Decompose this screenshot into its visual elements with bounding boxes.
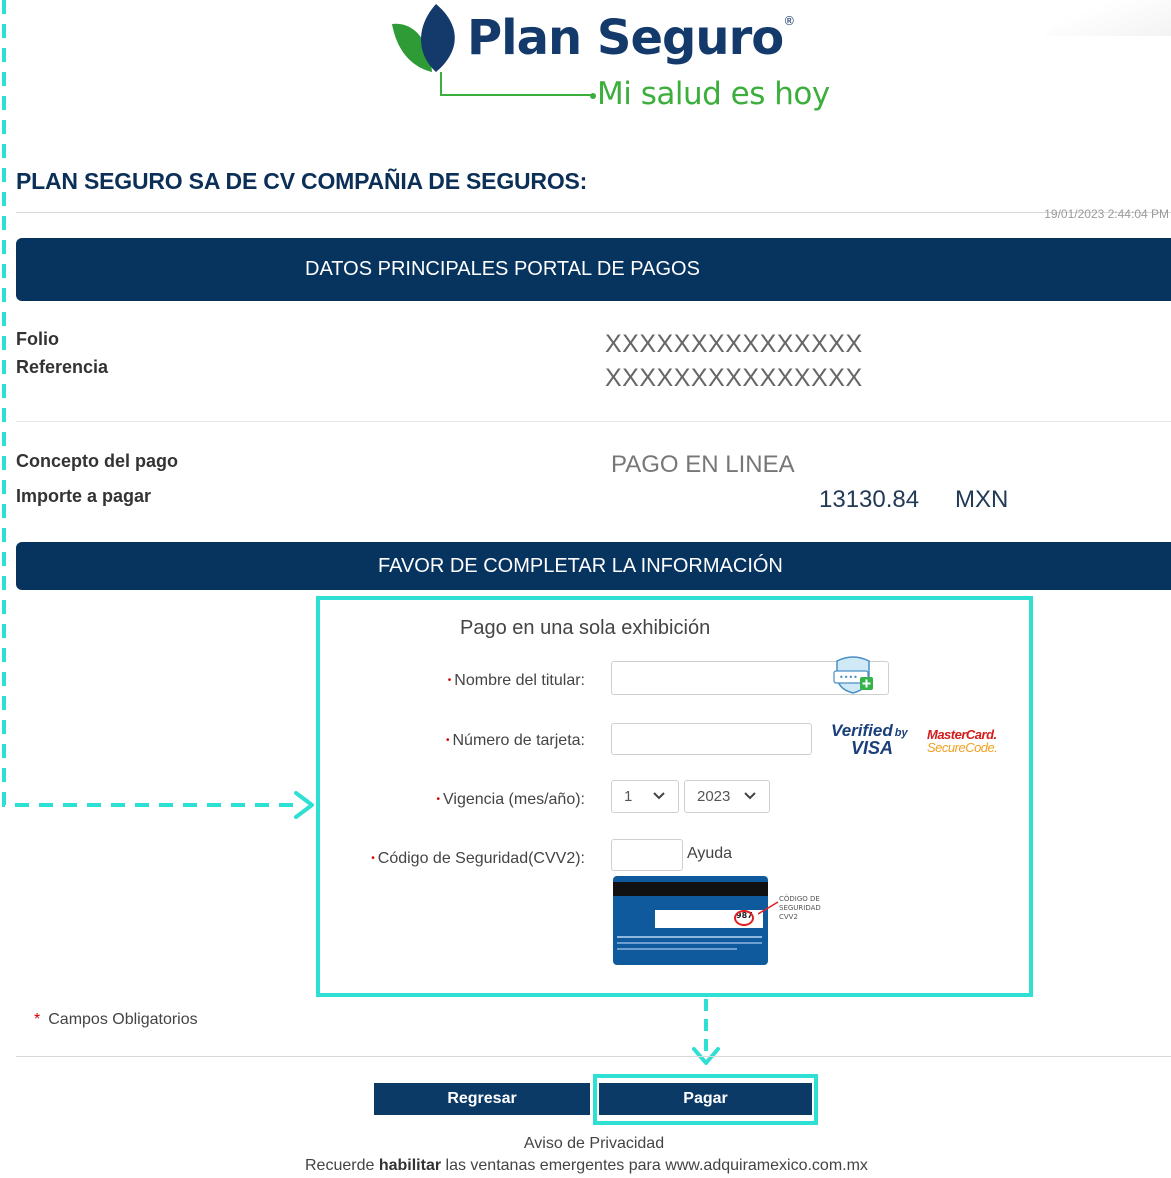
- section-header-form-label: FAVOR DE COMPLETAR LA INFORMACIÓN: [378, 554, 783, 577]
- divider: [16, 421, 1171, 422]
- chevron-down-icon: [653, 792, 665, 800]
- timestamp: 19/01/2023 2:44:04 PM: [1044, 207, 1169, 221]
- card-back-illustration: 987: [613, 876, 768, 965]
- required-asterisk: *: [34, 1011, 41, 1028]
- divider: [16, 212, 1171, 213]
- concepto-value: PAGO EN LINEA: [611, 451, 795, 478]
- pay-button[interactable]: Pagar: [599, 1083, 812, 1115]
- visa-by-text: by: [894, 727, 908, 739]
- cvv-label: • Código de Seguridad(CVV2):: [371, 850, 585, 868]
- required-mark: •: [445, 735, 450, 747]
- securecode-text: SecureCode.: [927, 740, 998, 755]
- card-number-label: • Número de tarjeta:: [446, 732, 585, 750]
- required-fields-note: * Campos Obligatorios: [34, 1011, 198, 1029]
- popup-reminder-bold: habilitar: [378, 1157, 442, 1174]
- importe-label: Importe a pagar: [16, 486, 152, 506]
- cvv-label-text: Código de Seguridad(CVV2):: [377, 850, 585, 867]
- cvv-callout-line-1: CÓDIGO DE: [779, 895, 820, 903]
- section-header-main: DATOS PRINCIPALES PORTAL DE PAGOS: [16, 238, 1171, 301]
- cvv-callout-text: CÓDIGO DE SEGURIDAD CVV2: [779, 895, 821, 922]
- brand-name: Plan Seguro®: [467, 10, 795, 66]
- expiry-year-select[interactable]: 2023: [684, 780, 770, 813]
- tagline-dot: [590, 93, 596, 99]
- referencia-value: XXXXXXXXXXXXXXX: [605, 364, 863, 392]
- folio-value: XXXXXXXXXXXXXXX: [605, 330, 863, 358]
- tagline-connector: [440, 72, 594, 96]
- expiry-label-text: Vigencia (mes/año):: [443, 791, 585, 808]
- secure-form-icon: ••••: [833, 656, 873, 694]
- section-header-main-label: DATOS PRINCIPALES PORTAL DE PAGOS: [305, 258, 700, 280]
- mastercard-securecode-logo: MasterCard. SecureCode.: [927, 728, 998, 755]
- privacy-notice-link[interactable]: Aviso de Privacidad: [0, 1135, 1171, 1153]
- required-note-text: Campos Obligatorios: [48, 1011, 198, 1028]
- required-mark: •: [447, 675, 452, 687]
- name-label-text: Nombre del titular:: [454, 672, 585, 689]
- back-button[interactable]: Regresar: [374, 1083, 590, 1115]
- importe-value: 13130.84: [819, 486, 920, 513]
- name-label: • Nombre del titular:: [448, 672, 585, 690]
- guide-arrow-left: [2, 0, 314, 819]
- currency-label: MXN: [955, 486, 1009, 513]
- brand-tagline: Mi salud es hoy: [597, 76, 830, 112]
- divider: [16, 1056, 1171, 1057]
- popup-reminder-post: las ventanas emergentes para www.adquira…: [441, 1157, 868, 1174]
- expiry-month-select[interactable]: 1: [611, 780, 679, 813]
- decorative-corner: [1043, 0, 1171, 36]
- form-title: Pago en una sola exhibición: [460, 617, 711, 639]
- cvv-callout-line-3: CVV2: [779, 913, 798, 921]
- referencia-label: Referencia: [16, 357, 109, 377]
- expiry-label: • Vigencia (mes/año):: [436, 791, 585, 809]
- cvv-callout-line-2: SEGURIDAD: [779, 904, 821, 912]
- concepto-label: Concepto del pago: [16, 451, 178, 471]
- visa-text: VISA: [851, 738, 894, 758]
- section-header-form: FAVOR DE COMPLETAR LA INFORMACIÓN: [16, 542, 1171, 590]
- required-mark: •: [436, 794, 440, 806]
- svg-text:••••: ••••: [839, 673, 858, 682]
- folio-label: Folio: [16, 329, 59, 349]
- expiry-month-value: 1: [624, 788, 633, 805]
- popup-reminder: Recuerde habilitar las ventanas emergent…: [305, 1157, 868, 1175]
- cvv-help-link[interactable]: Ayuda: [687, 845, 732, 863]
- popup-reminder-pre: Recuerde: [305, 1157, 379, 1174]
- company-title: PLAN SEGURO SA DE CV COMPAÑIA DE SEGUROS…: [16, 168, 588, 194]
- verified-by-visa-logo: Verified by VISA: [831, 722, 908, 757]
- required-mark: •: [371, 853, 375, 865]
- guide-arrow-down: [692, 999, 720, 1065]
- cvv-input[interactable]: [611, 839, 683, 871]
- expiry-year-value: 2023: [697, 788, 731, 805]
- plan-seguro-leaf-icon: [392, 4, 455, 72]
- card-number-label-text: Número de tarjeta:: [452, 732, 585, 749]
- card-number-input[interactable]: [611, 723, 812, 755]
- chevron-down-icon: [744, 792, 756, 800]
